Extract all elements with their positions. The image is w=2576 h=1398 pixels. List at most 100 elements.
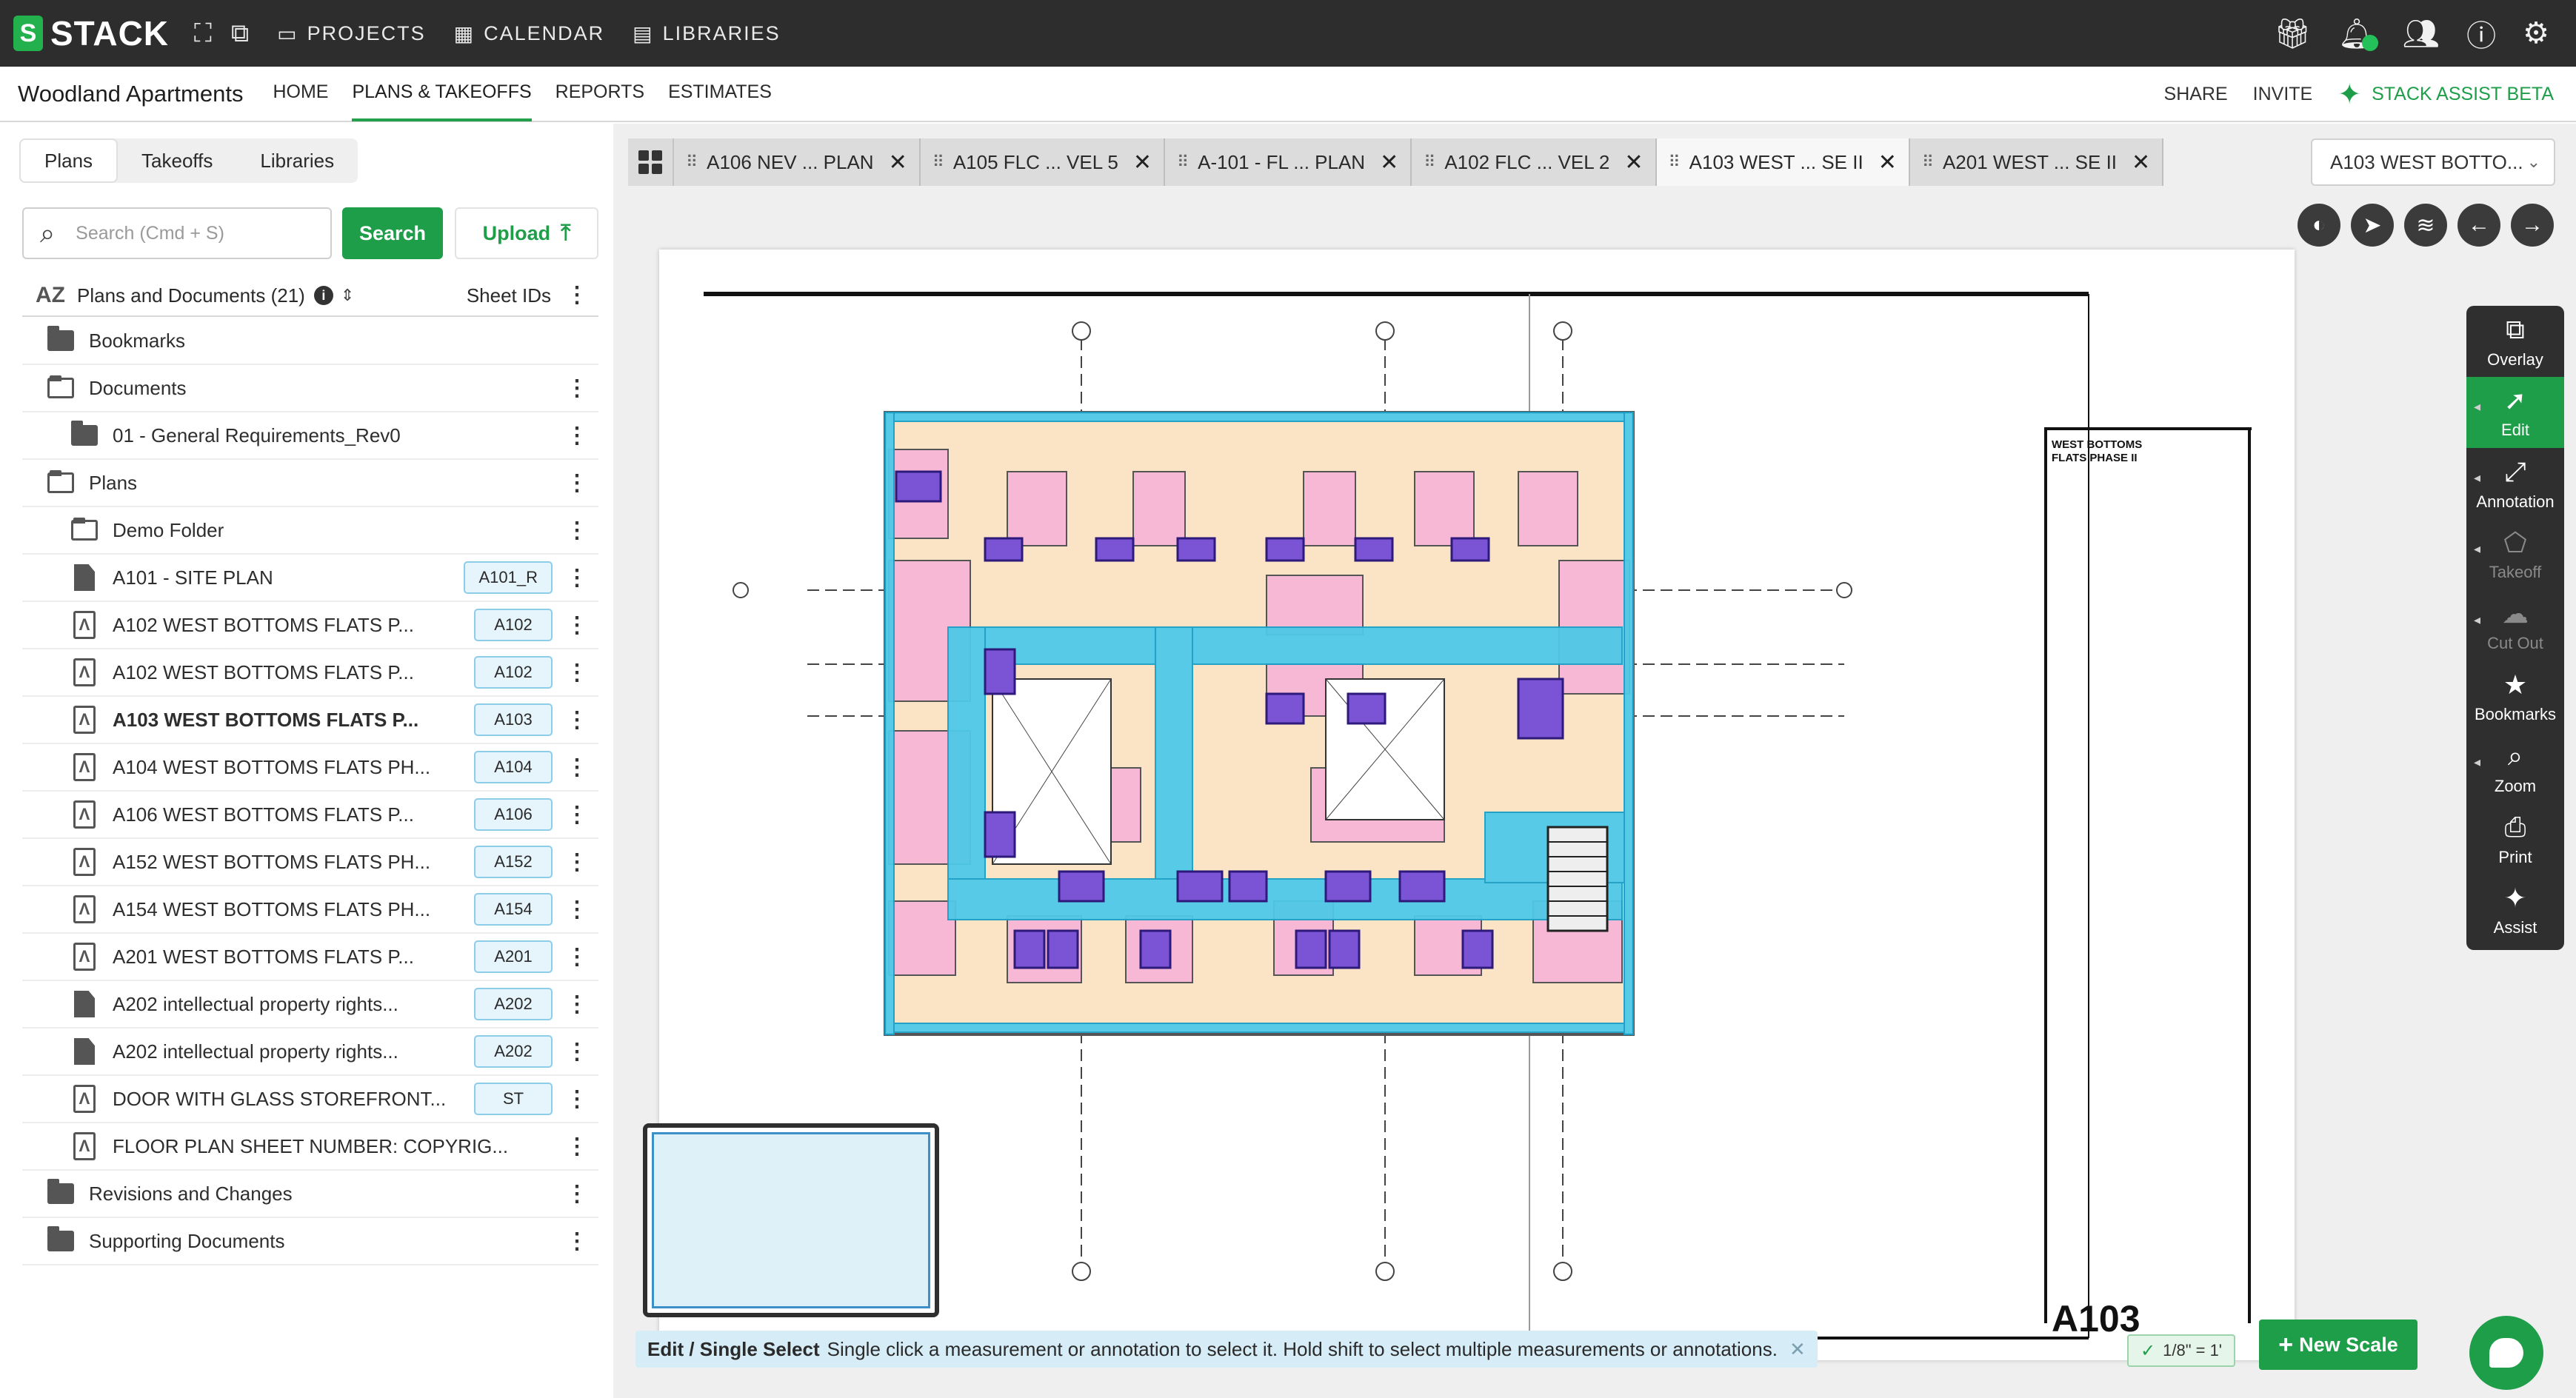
nav-libraries[interactable]: ▤ LIBRARIES	[633, 21, 781, 46]
tool-print[interactable]: ⎙ Print	[2466, 803, 2564, 874]
stack-logo[interactable]: S STACK	[13, 0, 169, 67]
row-menu-icon[interactable]: ⋮	[566, 612, 588, 638]
scale-chip[interactable]: ✓ 1/8" = 1'	[2127, 1334, 2236, 1367]
header-kebab-icon[interactable]: ⋮	[566, 284, 588, 307]
sheet-tab[interactable]: ⠿ A102 FLC ... VEL 2 ✕	[1412, 138, 1657, 186]
list-item[interactable]: A202 intellectual property rights... A202…	[22, 981, 598, 1029]
list-item[interactable]: Bookmarks	[22, 318, 598, 365]
layers-icon[interactable]: ≋	[2404, 204, 2447, 247]
list-item[interactable]: Λ A154 WEST BOTTOMS FLATS PH... A154 ⋮	[22, 886, 598, 934]
close-icon[interactable]: ✕	[1624, 150, 1643, 175]
nav-projects[interactable]: ▭ PROJECTS	[277, 21, 426, 46]
drag-handle-icon[interactable]: ⠿	[1669, 153, 1681, 172]
row-menu-icon[interactable]: ⋮	[566, 375, 588, 401]
sheet-id-badge[interactable]: A202	[474, 1035, 553, 1068]
upload-button[interactable]: Upload ⤒	[455, 207, 598, 259]
sheet-id-badge[interactable]: A152	[474, 846, 553, 878]
hint-close-icon[interactable]: ✕	[1789, 1338, 1806, 1361]
sort-toggle-icon[interactable]: ⇕	[341, 286, 354, 305]
list-item[interactable]: 01 - General Requirements_Rev0 ⋮	[22, 412, 598, 460]
row-menu-icon[interactable]: ⋮	[566, 755, 588, 780]
bell-icon[interactable]: 🔔︎	[2338, 16, 2379, 51]
row-menu-icon[interactable]: ⋮	[566, 897, 588, 923]
sheet-tab[interactable]: ⠿ A105 FLC ... VEL 5 ✕	[920, 138, 1166, 186]
list-item[interactable]: Λ A104 WEST BOTTOMS FLATS PH... A104 ⋮	[22, 744, 598, 792]
tab-reports[interactable]: REPORTS	[555, 66, 644, 121]
row-menu-icon[interactable]: ⋮	[566, 802, 588, 828]
close-icon[interactable]: ✕	[889, 150, 907, 175]
sheet-id-badge[interactable]: A104	[474, 751, 553, 783]
info-icon[interactable]: i	[313, 286, 333, 305]
row-menu-icon[interactable]: ⋮	[566, 470, 588, 496]
row-menu-icon[interactable]: ⋮	[566, 1181, 588, 1207]
sheet-id-badge[interactable]: A201	[474, 940, 553, 973]
list-item[interactable]: Λ A102 WEST BOTTOMS FLATS P... A102 ⋮	[22, 602, 598, 649]
sheet-id-badge[interactable]: ST	[474, 1083, 553, 1115]
sheet-grid-button[interactable]	[628, 138, 674, 186]
tool-assist[interactable]: ✦ Assist	[2466, 874, 2564, 946]
user-settings-icon[interactable]: ⚙	[2523, 16, 2549, 50]
chat-button[interactable]	[2469, 1316, 2543, 1390]
row-menu-icon[interactable]: ⋮	[566, 707, 588, 733]
row-menu-icon[interactable]: ⋮	[566, 565, 588, 591]
minimap-viewport[interactable]	[652, 1132, 930, 1308]
sheet-id-badge[interactable]: A101_R	[464, 561, 553, 594]
expand-caret-icon[interactable]: ◂	[2474, 470, 2480, 486]
tool-overlay[interactable]: ⧉ Overlay	[2466, 306, 2564, 377]
sheet-tab[interactable]: ⠿ A106 NEV ... PLAN ✕	[674, 138, 921, 186]
list-item[interactable]: Plans ⋮	[22, 460, 598, 507]
tab-takeoffs[interactable]: Takeoffs	[118, 138, 236, 183]
search-button[interactable]: Search	[342, 207, 443, 259]
list-item[interactable]: Λ DOOR WITH GLASS STOREFRONT... ST ⋮	[22, 1076, 598, 1123]
row-menu-icon[interactable]: ⋮	[566, 423, 588, 449]
row-menu-icon[interactable]: ⋮	[566, 1039, 588, 1065]
expand-caret-icon[interactable]: ◂	[2474, 755, 2480, 770]
list-item[interactable]: Λ A106 WEST BOTTOMS FLATS P... A106 ⋮	[22, 792, 598, 839]
stack-assist-link[interactable]: ✦ STACK ASSIST BETA	[2338, 78, 2554, 111]
drag-handle-icon[interactable]: ⠿	[686, 153, 698, 172]
list-item[interactable]: Λ A201 WEST BOTTOMS FLATS P... A201 ⋮	[22, 934, 598, 981]
list-item[interactable]: Demo Folder ⋮	[22, 507, 598, 555]
tool-edit[interactable]: ◂ ➚ Edit	[2466, 377, 2564, 448]
external-link-icon[interactable]: ⧉	[231, 19, 249, 48]
list-item[interactable]: Λ A102 WEST BOTTOMS FLATS P... A102 ⋮	[22, 649, 598, 697]
users-icon[interactable]: 👥︎	[2402, 16, 2440, 51]
sheet-tab[interactable]: ⠿ A-101 - FL​ ... PLAN ✕	[1165, 138, 1412, 186]
sheet-tab[interactable]: ⠿ A201 WEST ... SE II ✕	[1909, 138, 2164, 186]
sheet-id-badge[interactable]: A202	[474, 988, 553, 1020]
sheet-id-badge[interactable]: A102	[474, 656, 553, 689]
list-item[interactable]: A202 intellectual property rights... A202…	[22, 1029, 598, 1076]
tab-libraries[interactable]: Libraries	[236, 138, 358, 183]
expand-caret-icon[interactable]: ◂	[2474, 399, 2480, 415]
list-item[interactable]: Revisions and Changes ⋮	[22, 1171, 598, 1218]
expand-caret-icon[interactable]: ◂	[2474, 612, 2480, 628]
close-icon[interactable]: ✕	[1133, 150, 1152, 175]
sheet-select[interactable]: A103 WEST BOTTO... ⌄	[2311, 138, 2555, 186]
minimap[interactable]	[643, 1123, 939, 1317]
row-menu-icon[interactable]: ⋮	[566, 518, 588, 544]
new-scale-button[interactable]: + New Scale	[2259, 1320, 2417, 1370]
tab-plans-takeoffs[interactable]: PLANS & TAKEOFFS	[352, 66, 532, 121]
list-item[interactable]: Λ A103 WEST BOTTOMS FLATS P... A103 ⋮	[22, 697, 598, 744]
tab-plans[interactable]: Plans	[19, 138, 119, 183]
tab-home[interactable]: HOME	[273, 66, 328, 121]
fullscreen-icon[interactable]: ⛶	[194, 19, 212, 48]
share-link[interactable]: SHARE	[2164, 84, 2228, 105]
help-icon[interactable]: ⓘ	[2466, 12, 2496, 55]
nav-calendar[interactable]: ▦ CALENDAR	[454, 21, 605, 46]
list-item[interactable]: Λ FLOOR PLAN SHEET NUMBER: COPYRIG... ⋮	[22, 1123, 598, 1171]
drag-handle-icon[interactable]: ⠿	[1177, 153, 1189, 172]
arrow-left-icon[interactable]: ←	[2457, 204, 2500, 247]
search-input[interactable]	[76, 222, 313, 244]
row-menu-icon[interactable]: ⋮	[566, 944, 588, 970]
invite-link[interactable]: INVITE	[2253, 84, 2313, 105]
expand-caret-icon[interactable]: ◂	[2474, 541, 2480, 557]
sheet-tab[interactable]: ⠿ A103 WEST ... SE II ✕	[1656, 138, 1910, 186]
close-icon[interactable]: ✕	[2132, 150, 2150, 175]
tool-zoom[interactable]: ◂ ⌕ Zoom	[2466, 732, 2564, 803]
row-menu-icon[interactable]: ⋮	[566, 991, 588, 1017]
tool-annotation[interactable]: ◂ ⤢ Annotation	[2466, 448, 2564, 519]
tab-estimates[interactable]: ESTIMATES	[668, 66, 772, 121]
sheet-id-badge[interactable]: A154	[474, 893, 553, 926]
row-menu-icon[interactable]: ⋮	[566, 849, 588, 875]
